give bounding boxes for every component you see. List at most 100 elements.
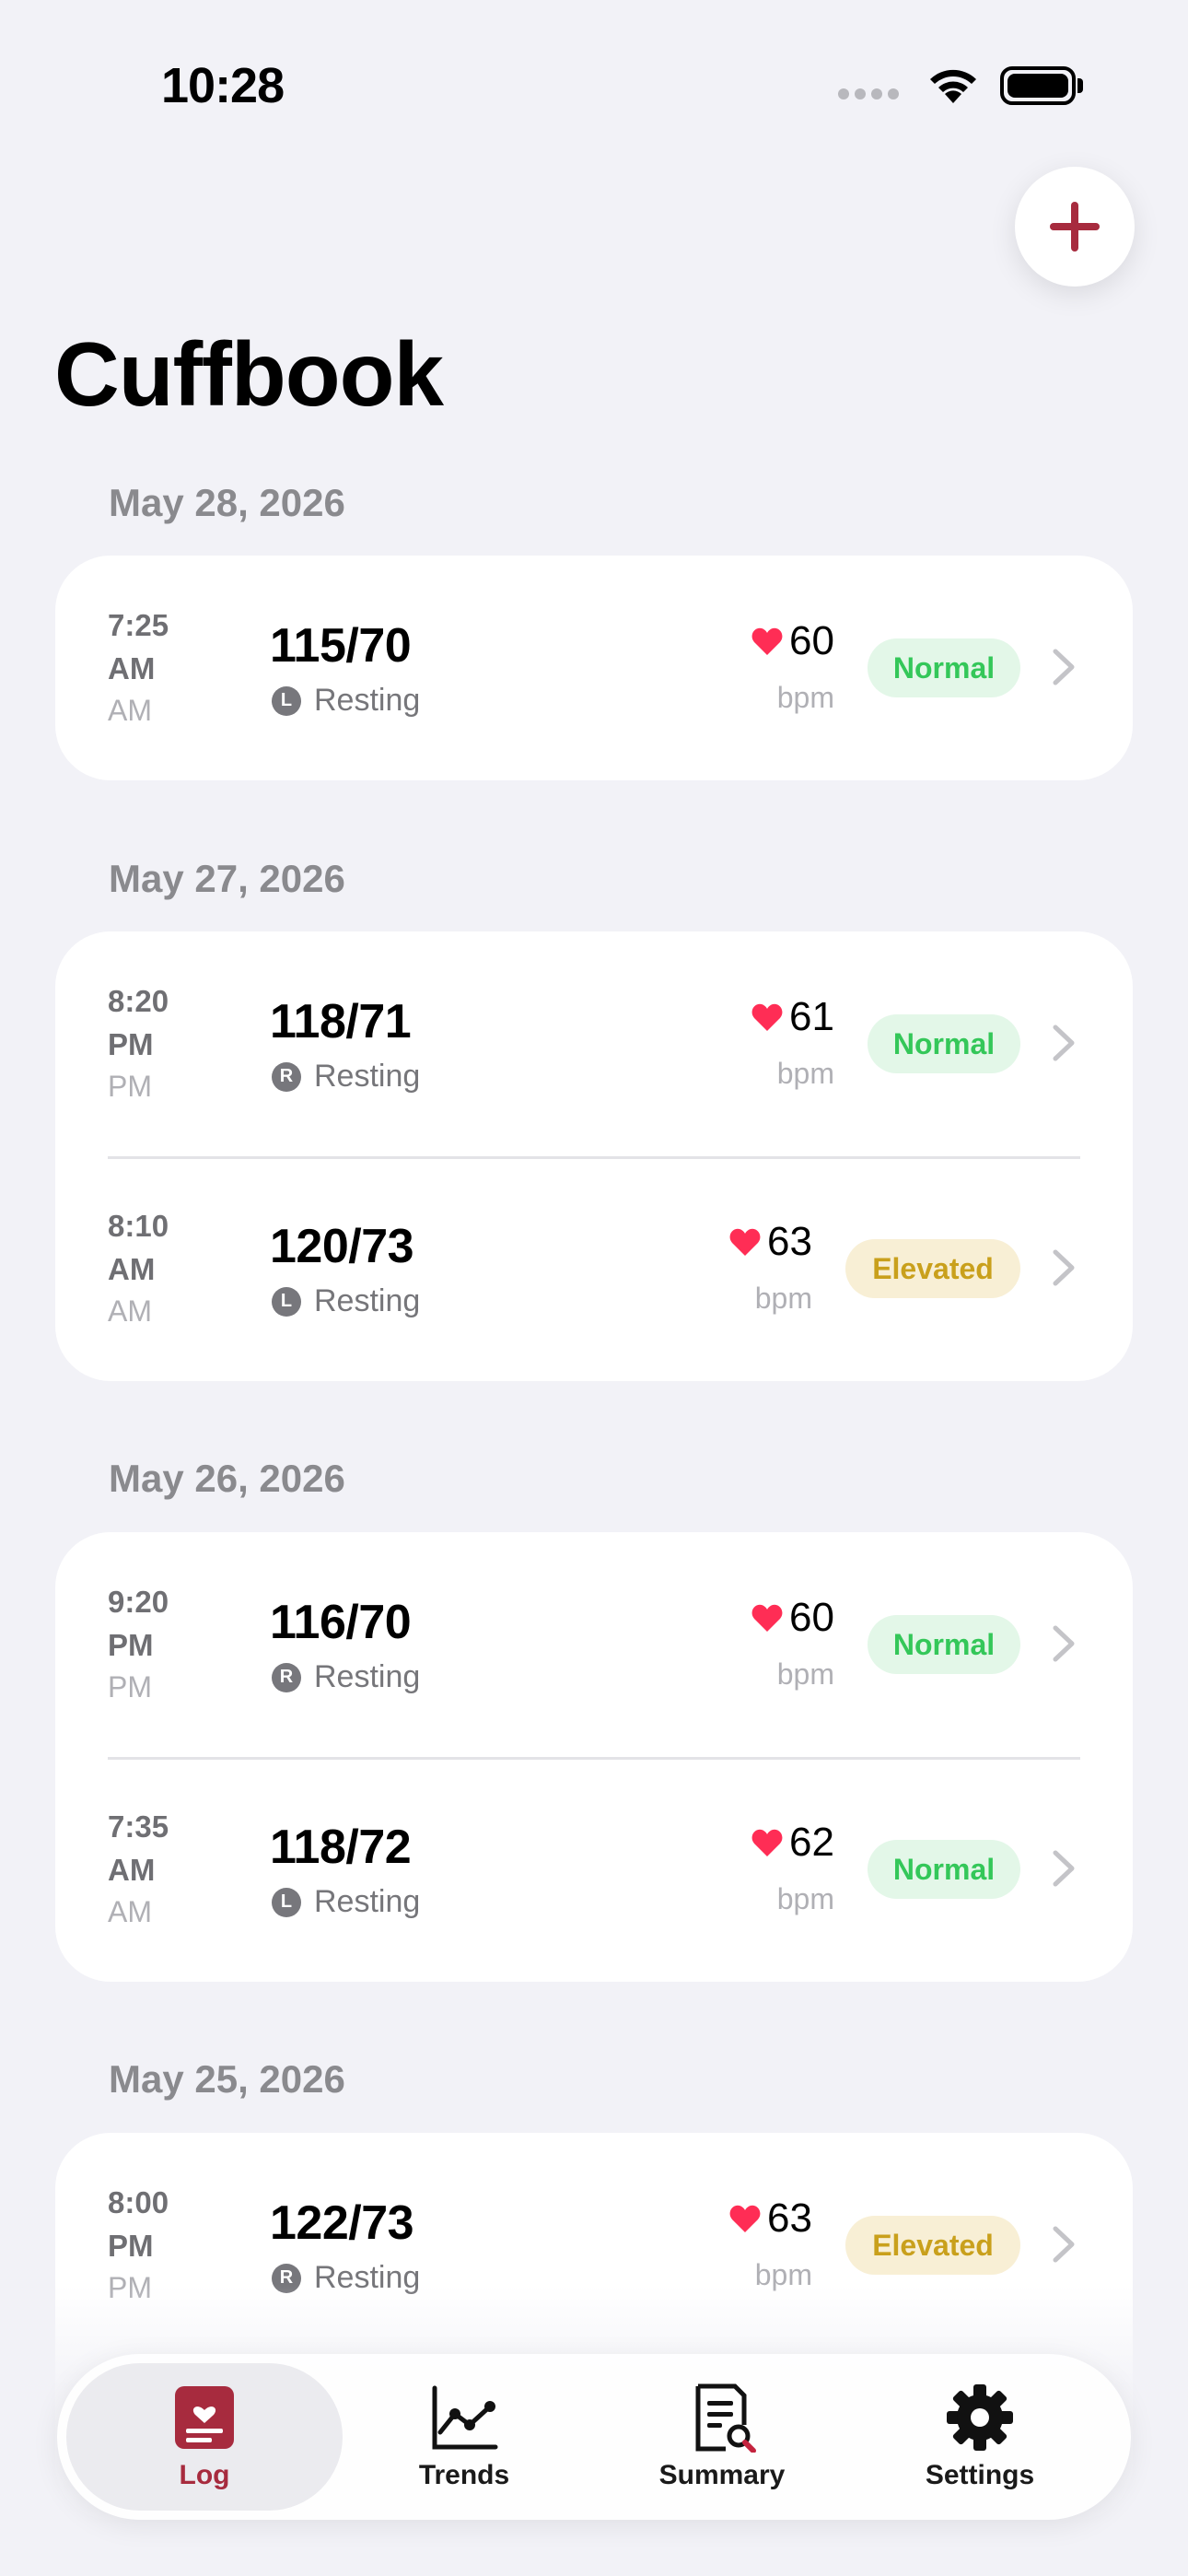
bp-value: 118/72 [270,1821,412,1874]
chevron-right-icon [1053,1625,1075,1662]
gear-icon [947,2384,1013,2451]
reading-row[interactable]: 8:20 PM PM 118/71 R Resting 61 bpm Norma… [55,931,1133,1156]
bp-value: 115/70 [270,619,412,673]
context-label: Resting [314,683,421,718]
reading-time: 7:25 AM [108,608,169,685]
pulse-unit: bpm [776,1657,834,1691]
pulse: 63 [728,2195,812,2242]
cellular-signal-icon [838,88,899,100]
heart-icon [729,2205,761,2232]
bp-value: 122/73 [270,2196,414,2250]
pulse-unit: bpm [776,1882,834,1915]
tab-bar: Log Trends Summary Settings [57,2354,1131,2520]
chevron-right-icon [1053,649,1075,685]
bp-value: 120/73 [270,1220,414,1273]
pulse-unit: bpm [776,681,834,714]
arm-badge: L [272,1286,301,1317]
arm-badge: L [272,1887,301,1917]
date-header: May 26, 2026 [109,1457,345,1500]
context-label: Resting [314,1884,421,1919]
bp-value: 116/70 [270,1596,412,1649]
pulse-unit: bpm [776,1057,834,1090]
date-header: May 27, 2026 [109,857,345,900]
page-title: Cuffbook [54,323,444,425]
pulse: 63 [728,1219,812,1265]
add-reading-button[interactable] [1015,167,1135,287]
chevron-right-icon [1053,2226,1075,2263]
status-badge: Elevated [845,2216,1020,2275]
day-card: 7:25 AM AM 115/70 L Resting 60 bpm Norma… [55,556,1133,780]
summary-icon [695,2383,756,2453]
tab-summary[interactable]: Summary [584,2363,860,2511]
reading-time: 7:35 AM [108,1809,169,1887]
tab-label: Log [179,2460,230,2490]
reading-time: 8:10 AM [108,1209,169,1286]
pulse-value: 60 [789,1595,834,1640]
arm-context: L Resting [272,683,420,719]
pulse-value: 62 [789,1820,834,1865]
heart-icon [751,1829,783,1856]
pulse: 60 [751,1595,834,1641]
tab-label: Settings [925,2460,1035,2490]
battery-icon [1000,66,1083,105]
pulse: 60 [751,618,834,664]
status-time: 10:28 [161,58,285,113]
pulse-value: 63 [767,2195,812,2241]
reading-period: AM [108,1895,152,1928]
bp-value: 118/71 [270,995,412,1048]
tab-label: Summary [658,2460,786,2490]
wifi-icon [930,69,976,103]
pulse-value: 63 [767,1219,812,1264]
log-icon [175,2386,234,2449]
arm-context: R Resting [272,1059,420,1095]
reading-time: 8:00 PM [108,2185,169,2263]
reading-row[interactable]: 8:10 AM AM 120/73 L Resting 63 bpm Eleva… [55,1156,1133,1381]
plus-icon [1050,202,1100,252]
status-badge: Elevated [845,1239,1020,1298]
date-header: May 28, 2026 [109,481,345,524]
reading-time: 8:20 PM [108,984,169,1061]
reading-time: 9:20 PM [108,1585,169,1662]
chevron-right-icon [1053,1850,1075,1887]
arm-badge: R [272,1061,301,1092]
day-card: 9:20 PM PM 116/70 R Resting 60 bpm Norma… [55,1532,1133,1982]
status-indicators [838,64,1083,107]
arm-context: L Resting [272,1283,420,1319]
arm-context: L Resting [272,1884,420,1920]
tab-log[interactable]: Log [66,2363,343,2511]
arm-context: R Resting [272,1659,420,1695]
status-badge: Normal [868,638,1020,697]
reading-period: AM [108,694,152,727]
reading-row[interactable]: 9:20 PM PM 116/70 R Resting 60 bpm Norma… [55,1532,1133,1757]
status-badge: Normal [868,1014,1020,1073]
status-badge: Normal [868,1840,1020,1899]
reading-period: PM [108,1670,152,1704]
tab-settings[interactable]: Settings [842,2363,1118,2511]
pulse-unit: bpm [754,1282,812,1315]
heart-icon [751,1604,783,1632]
pulse-value: 61 [789,994,834,1039]
context-label: Resting [314,1283,421,1318]
heart-icon [729,1228,761,1256]
arm-badge: L [272,685,301,716]
tab-label: Trends [418,2460,510,2490]
heart-icon [751,627,783,655]
status-badge: Normal [868,1615,1020,1674]
context-label: Resting [314,1659,421,1694]
reading-period: AM [108,1294,152,1328]
chevron-right-icon [1053,1249,1075,1286]
chevron-right-icon [1053,1025,1075,1061]
pulse: 61 [751,994,834,1040]
trends-icon [432,2385,498,2450]
reading-row[interactable]: 7:35 AM AM 118/72 L Resting 62 bpm Norma… [55,1757,1133,1982]
date-header: May 25, 2026 [109,2057,345,2101]
tab-trends[interactable]: Trends [326,2363,602,2511]
pulse-value: 60 [789,618,834,663]
reading-period: PM [108,1070,152,1103]
arm-badge: R [272,1662,301,1692]
context-label: Resting [314,1059,421,1094]
heart-icon [751,1003,783,1031]
reading-row[interactable]: 7:25 AM AM 115/70 L Resting 60 bpm Norma… [55,556,1133,780]
pulse: 62 [751,1820,834,1866]
day-card: 8:20 PM PM 118/71 R Resting 61 bpm Norma… [55,931,1133,1381]
